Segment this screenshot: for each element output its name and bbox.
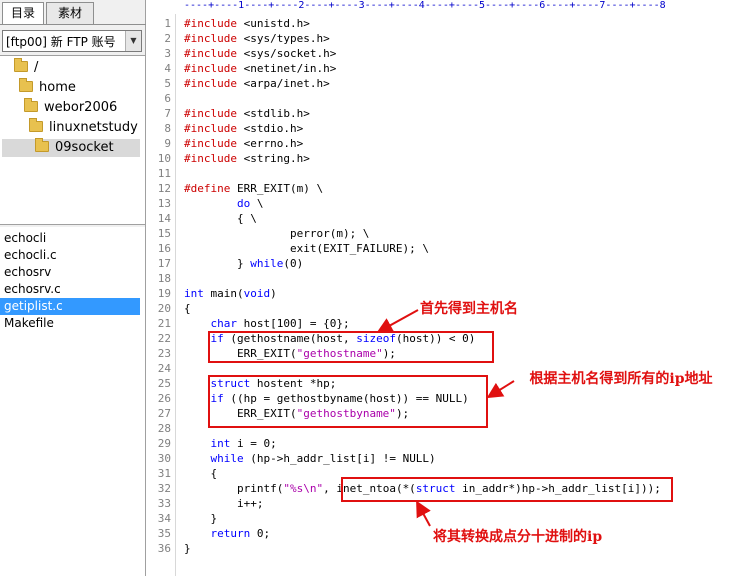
- line-number: 14: [157, 212, 171, 225]
- line-number: 18: [157, 272, 171, 285]
- line-number: 35: [157, 527, 171, 540]
- line-number: 5: [164, 77, 171, 90]
- code-line[interactable]: }: [184, 511, 217, 526]
- code-line[interactable]: #include <stdlib.h>: [184, 106, 310, 121]
- line-number: 30: [157, 452, 171, 465]
- line-number: 26: [157, 392, 171, 405]
- tab-divider: [0, 24, 146, 25]
- line-number: 10: [157, 152, 171, 165]
- line-number: 24: [157, 362, 171, 375]
- highlight-inet-ntoa: [341, 477, 673, 502]
- code-line[interactable]: #include <netinet/in.h>: [184, 61, 336, 76]
- line-number: 1: [164, 17, 171, 30]
- list-item[interactable]: echosrv: [0, 264, 140, 281]
- code-line[interactable]: char host[100] = {0};: [184, 316, 350, 331]
- code-line[interactable]: do \: [184, 196, 264, 211]
- code-line[interactable]: while (hp->h_addr_list[i] != NULL): [184, 451, 436, 466]
- code-line[interactable]: perror(m); \: [184, 226, 369, 241]
- line-number: 19: [157, 287, 171, 300]
- line-number: 9: [164, 137, 171, 150]
- line-number: 13: [157, 197, 171, 210]
- line-number: 12: [157, 182, 171, 195]
- folder-icon: [24, 98, 38, 112]
- ftp-account-label: [ftp00] 新 FTP 账号: [6, 35, 116, 49]
- line-number: 7: [164, 107, 171, 120]
- code-line[interactable]: }: [184, 541, 191, 556]
- chevron-down-icon[interactable]: ▼: [125, 31, 141, 51]
- code-line[interactable]: #include <stdio.h>: [184, 121, 303, 136]
- line-number: 3: [164, 47, 171, 60]
- left-panel: 目录 素材 [ftp00] 新 FTP 账号 ▼ / home webor200…: [0, 0, 146, 576]
- line-number: 20: [157, 302, 171, 315]
- annotation-get-hostname: 首先得到主机名: [420, 301, 518, 317]
- tree-node-09socket[interactable]: 09socket: [2, 138, 140, 157]
- line-number-gutter: 1 2 3 4 5 6 7 8 9 10 11 12 13 14 15 16 17 18 19 20 21 22 23 24 2…: [148, 14, 176, 576]
- ftp-account-dropdown[interactable]: [ftp00] 新 FTP 账号 ▼: [2, 30, 142, 52]
- line-number: 21: [157, 317, 171, 330]
- code-line[interactable]: #include <arpa/inet.h>: [184, 76, 330, 91]
- code-line[interactable]: int i = 0;: [184, 436, 277, 451]
- code-line[interactable]: #include <sys/types.h>: [184, 31, 330, 46]
- line-number: 16: [157, 242, 171, 255]
- list-item-selected[interactable]: getiplist.c: [0, 298, 140, 315]
- line-number: 33: [157, 497, 171, 510]
- tree-node-linuxnetstudy[interactable]: linuxnetstudy: [29, 118, 138, 137]
- code-line[interactable]: int main(void): [184, 286, 277, 301]
- highlight-gethostbyname: [208, 375, 488, 428]
- code-line[interactable]: #include <sys/socket.h>: [184, 46, 336, 61]
- line-number: 15: [157, 227, 171, 240]
- tree-node-home[interactable]: home: [19, 78, 76, 97]
- line-number: 6: [164, 92, 171, 105]
- code-line[interactable]: { \: [184, 211, 257, 226]
- column-ruler: ----+----1----+----2----+----3----+----4…: [184, 0, 666, 11]
- line-number: 11: [157, 167, 171, 180]
- code-line[interactable]: } while(0): [184, 256, 303, 271]
- code-line[interactable]: #define ERR_EXIT(m) \: [184, 181, 323, 196]
- file-list: echocli echocli.c echosrv echosrv.c geti…: [0, 227, 145, 576]
- folder-icon: [35, 138, 49, 152]
- line-number: 36: [157, 542, 171, 555]
- directory-tree: / home webor2006 linuxnetstudy 09socket: [0, 55, 145, 225]
- annotation-dotted-decimal: 将其转换成点分十进制的ip: [433, 529, 603, 545]
- line-number: 29: [157, 437, 171, 450]
- line-number: 4: [164, 62, 171, 75]
- line-number: 25: [157, 377, 171, 390]
- list-item[interactable]: Makefile: [0, 315, 140, 332]
- tree-node-webor2006[interactable]: webor2006: [24, 98, 117, 117]
- code-line[interactable]: return 0;: [184, 526, 271, 541]
- line-number: 2: [164, 32, 171, 45]
- folder-icon: [14, 58, 28, 72]
- list-item[interactable]: echocli: [0, 230, 140, 247]
- code-line[interactable]: exit(EXIT_FAILURE); \: [184, 241, 429, 256]
- line-number: 34: [157, 512, 171, 525]
- tree-node-root[interactable]: /: [14, 58, 38, 77]
- line-number: 8: [164, 122, 171, 135]
- code-line[interactable]: i++;: [184, 496, 264, 511]
- line-number: 22: [157, 332, 171, 345]
- list-item[interactable]: echosrv.c: [0, 281, 140, 298]
- tab-directory[interactable]: 目录: [2, 2, 44, 25]
- list-item[interactable]: echocli.c: [0, 247, 140, 264]
- highlight-gethostname: [208, 331, 494, 363]
- code-line[interactable]: #include <unistd.h>: [184, 16, 310, 31]
- line-number: 32: [157, 482, 171, 495]
- code-line[interactable]: #include <errno.h>: [184, 136, 303, 151]
- annotation-get-all-ips: 根据主机名得到所有的ip地址: [529, 371, 713, 387]
- folder-icon: [19, 78, 33, 92]
- code-line[interactable]: #include <string.h>: [184, 151, 310, 166]
- folder-icon: [29, 118, 43, 132]
- line-number: 17: [157, 257, 171, 270]
- tab-assets[interactable]: 素材: [46, 2, 94, 24]
- line-number: 31: [157, 467, 171, 480]
- line-number: 27: [157, 407, 171, 420]
- line-number: 28: [157, 422, 171, 435]
- code-line[interactable]: {: [184, 301, 191, 316]
- code-line[interactable]: {: [184, 466, 217, 481]
- line-number: 23: [157, 347, 171, 360]
